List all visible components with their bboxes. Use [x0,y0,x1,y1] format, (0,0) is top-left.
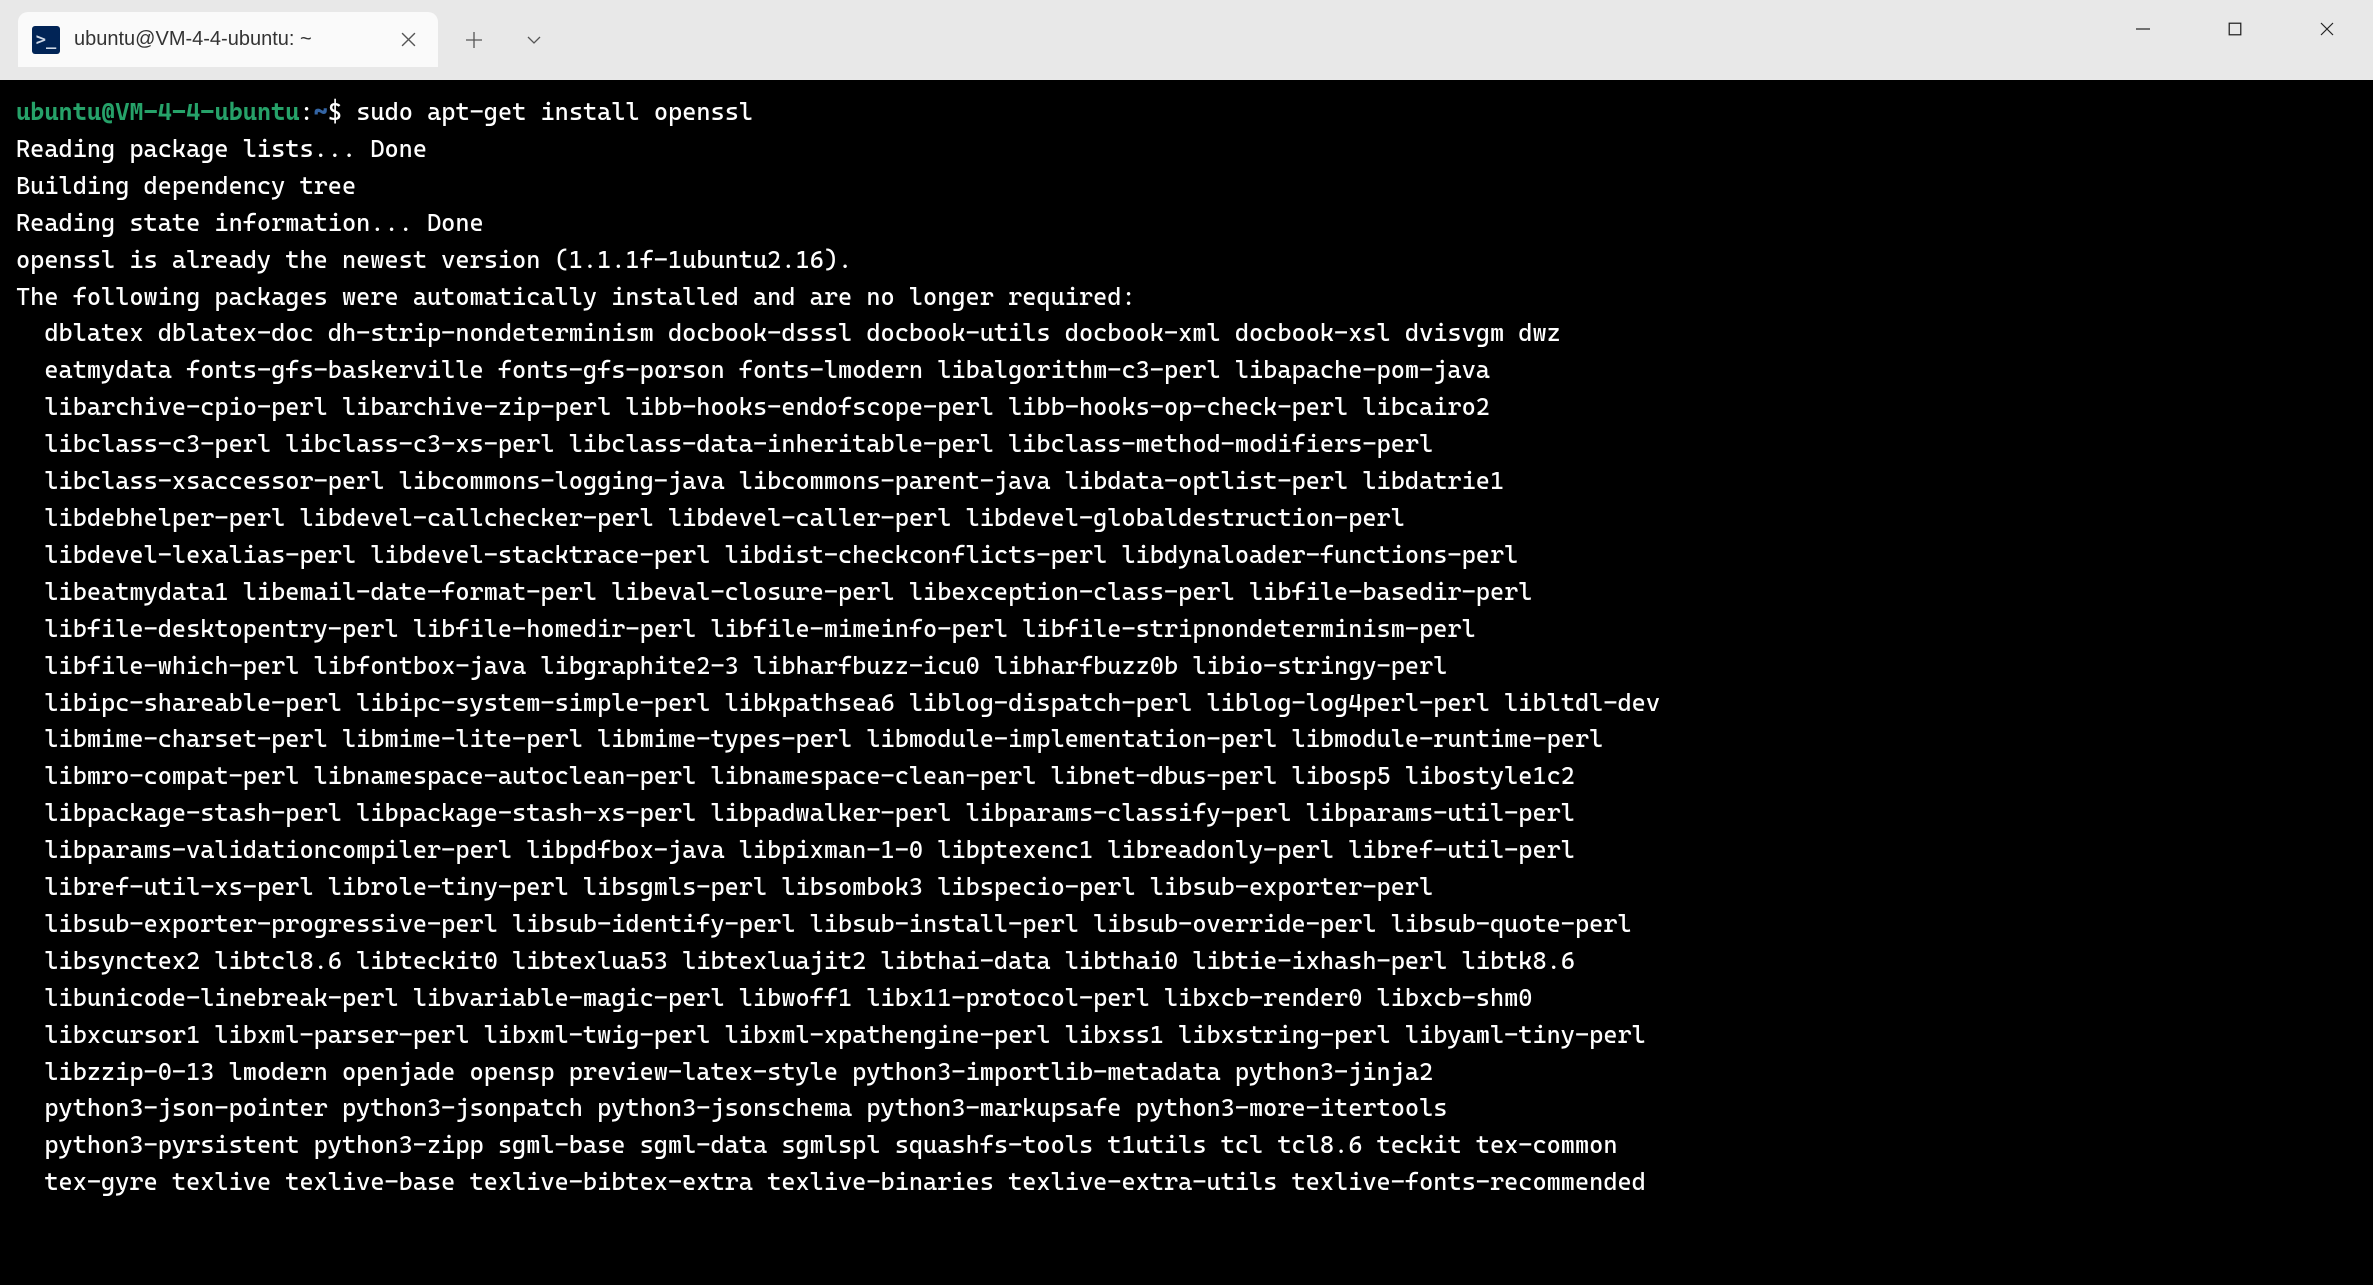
prompt-host: VM-4-4-ubuntu [115,98,299,126]
minimize-icon [2134,20,2152,38]
titlebar: >_ ubuntu@VM-4-4-ubuntu: ~ [0,0,2373,80]
tab-title: ubuntu@VM-4-4-ubuntu: ~ [74,28,382,51]
maximize-button[interactable] [2189,0,2281,58]
terminal-tab[interactable]: >_ ubuntu@VM-4-4-ubuntu: ~ [18,12,438,67]
close-icon [401,32,416,47]
chevron-down-icon [525,31,543,49]
command-text: sudo apt-get install openssl [356,98,753,126]
terminal-icon: >_ [32,26,60,54]
plus-icon [465,31,483,49]
tab-close-button[interactable] [396,28,420,52]
maximize-icon [2227,21,2243,37]
window-controls [2097,0,2373,58]
prompt-path: ~ [314,98,328,126]
tabs-area: >_ ubuntu@VM-4-4-ubuntu: ~ [0,0,558,67]
minimize-button[interactable] [2097,0,2189,58]
prompt-at: @ [101,98,115,126]
new-tab-button[interactable] [450,16,498,64]
window-close-button[interactable] [2281,0,2373,58]
tab-dropdown-button[interactable] [510,16,558,64]
close-icon [2318,20,2336,38]
prompt-user: ubuntu [16,98,101,126]
prompt-dollar: $ [328,98,342,126]
terminal-output: Reading package lists... Done Building d… [16,131,2357,1201]
terminal-content[interactable]: ubuntu@VM-4-4-ubuntu:~$ sudo apt-get ins… [0,80,2373,1285]
prompt-colon: : [299,98,313,126]
